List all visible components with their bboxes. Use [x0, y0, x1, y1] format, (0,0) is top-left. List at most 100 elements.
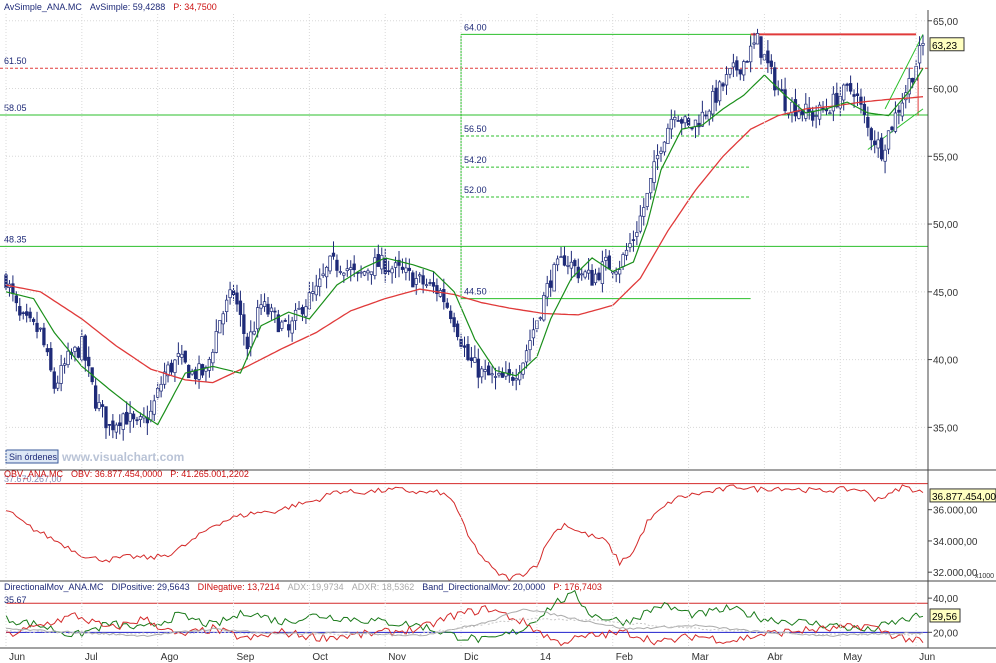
candle-body — [676, 120, 680, 122]
candle-body — [769, 60, 773, 67]
candle-body — [790, 101, 794, 113]
candle-body — [404, 267, 408, 273]
orders-badge: Sin órdenes — [9, 452, 58, 462]
candle-body — [307, 292, 312, 310]
candle-body — [11, 283, 15, 295]
candle-body — [855, 93, 860, 96]
candle-body — [480, 368, 484, 378]
candle-body — [400, 266, 405, 270]
candle-body — [524, 350, 529, 363]
candle-body — [93, 385, 98, 409]
price-header-item: AvSimple: 59,4288 — [90, 2, 165, 12]
candle-body — [500, 372, 505, 378]
candle-body — [693, 119, 698, 127]
candle-body — [76, 347, 81, 358]
month-label: Jun — [919, 652, 935, 663]
candle-body — [135, 419, 139, 422]
candle-body — [62, 363, 67, 366]
dmi-header-item: DirectionalMov_ANA.MC — [4, 582, 104, 592]
candle-body — [597, 272, 601, 281]
candle-body — [493, 376, 498, 378]
candle-body — [752, 42, 756, 45]
candle-body — [290, 320, 294, 334]
candle-body — [586, 269, 591, 274]
candle-body — [649, 178, 653, 194]
candle-body — [583, 271, 587, 278]
fib-level-label: 52.00 — [464, 185, 487, 195]
candle-body — [107, 424, 112, 426]
price-tick-label: 35,00 — [933, 423, 958, 434]
candle-body — [324, 266, 329, 278]
candle-body — [390, 268, 394, 274]
price-header-item: AvSimple_ANA.MC — [4, 2, 82, 12]
obv-tick-label: 32.000,00 — [933, 568, 978, 579]
last-price-label: 63,23 — [932, 41, 957, 52]
month-label: Sep — [237, 652, 255, 663]
candle-body — [449, 310, 453, 320]
candle-body — [266, 303, 270, 315]
candle-body — [438, 290, 443, 297]
candle-body — [831, 93, 836, 112]
candle-body — [669, 118, 673, 130]
candle-body — [100, 404, 105, 407]
candle-body — [173, 359, 177, 373]
candle-body — [621, 254, 625, 267]
candle-body — [466, 344, 470, 361]
candle-body — [42, 327, 46, 346]
candle-body — [418, 274, 422, 277]
candle-body — [21, 312, 25, 315]
candle-body — [900, 102, 904, 117]
candle-body — [473, 357, 477, 363]
candle-body — [593, 273, 598, 284]
candle-body — [469, 357, 474, 361]
month-label: May — [843, 652, 862, 663]
candle-body — [407, 267, 411, 271]
candle-body — [562, 255, 567, 266]
candle-body — [380, 255, 384, 270]
candle-body — [759, 36, 763, 58]
candle-body — [321, 273, 325, 276]
candle-body — [18, 306, 22, 316]
obv-tick-label: 34.000,00 — [933, 537, 978, 548]
candle-body — [911, 77, 915, 83]
candle-body — [645, 192, 649, 207]
candle-body — [538, 317, 542, 320]
candle-body — [793, 99, 798, 117]
candle-body — [804, 103, 808, 119]
candle-body — [249, 331, 253, 348]
candle-body — [590, 269, 594, 286]
candle-body — [87, 356, 91, 367]
candle-body — [652, 161, 656, 183]
candle-body — [245, 336, 249, 350]
candle-body — [852, 94, 856, 97]
candle-body — [455, 323, 460, 338]
level-label: 48.35 — [4, 234, 27, 244]
candle-body — [535, 320, 539, 330]
candle-body — [314, 285, 318, 296]
candle-body — [104, 406, 108, 429]
candle-body — [635, 232, 639, 237]
candle-body — [704, 114, 708, 117]
dmi-left-label: 35.67 — [4, 595, 27, 605]
price-tick-label: 55,00 — [933, 152, 958, 163]
candle-body — [569, 261, 574, 269]
candle-body — [345, 268, 349, 272]
candle-body — [311, 291, 315, 294]
candle-body — [555, 258, 560, 266]
month-label: 14 — [540, 652, 552, 663]
candle-body — [607, 255, 611, 270]
candle-body — [845, 83, 849, 86]
month-label: Oct — [312, 652, 328, 663]
candle-body — [497, 373, 501, 376]
candle-body — [269, 307, 274, 312]
dmi-tick-label: 40,00 — [933, 594, 958, 605]
candle-body — [300, 307, 305, 315]
candle-body — [259, 304, 263, 309]
candle-body — [783, 89, 787, 112]
price-tick-label: 40,00 — [933, 356, 958, 367]
candle-body — [542, 295, 546, 321]
candle-body — [45, 348, 50, 353]
candle-body — [218, 320, 222, 334]
candle-body — [886, 130, 891, 150]
candle-body — [917, 45, 922, 64]
